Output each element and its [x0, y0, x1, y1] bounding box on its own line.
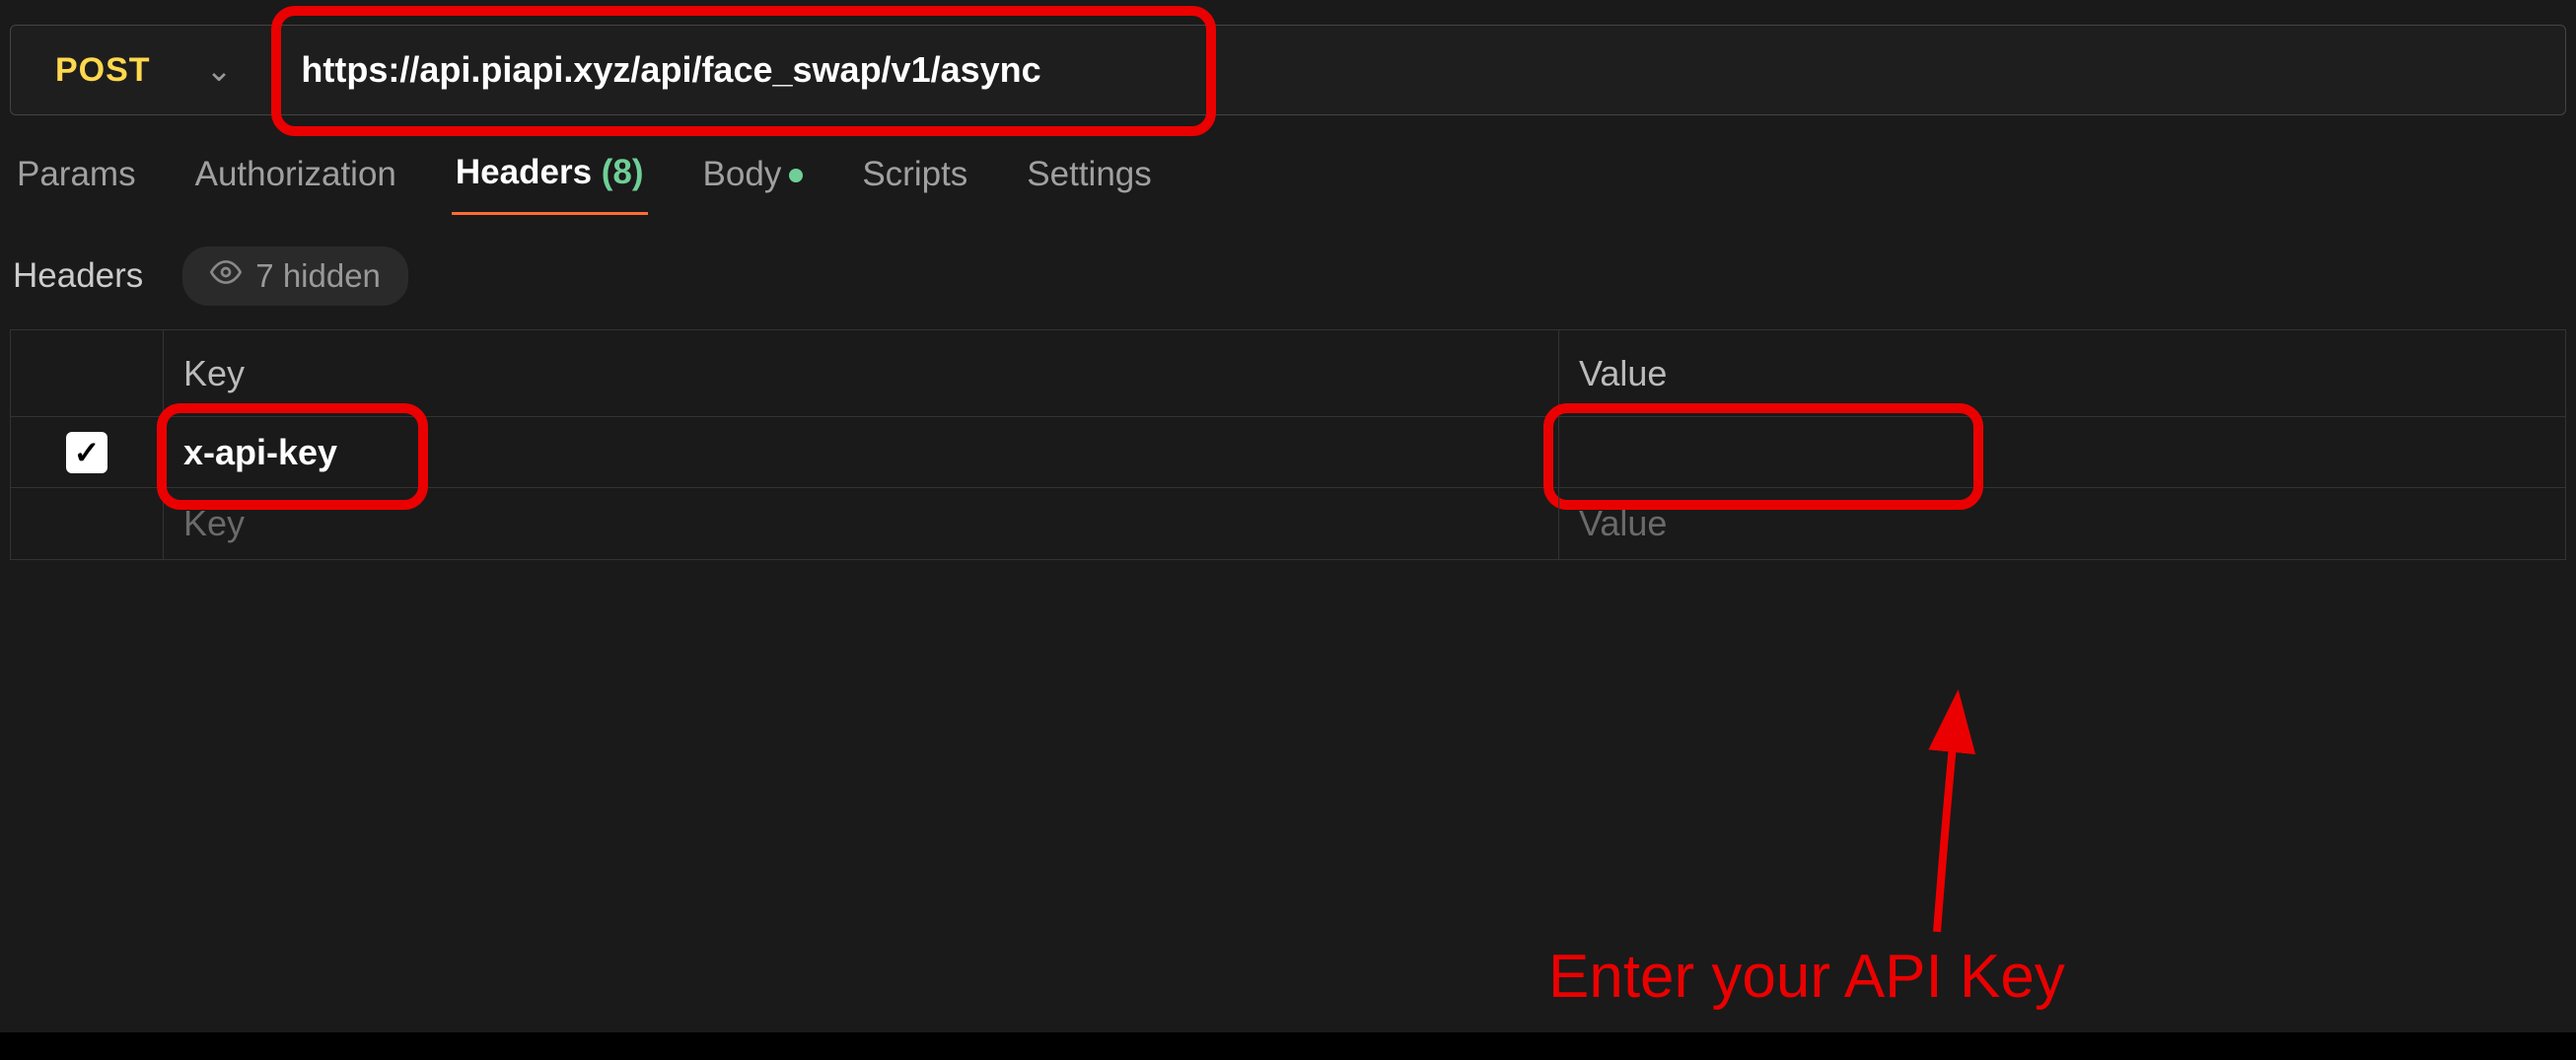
request-url-bar: POST ⌄ https://api.piapi.xyz/api/face_sw…	[10, 25, 2566, 115]
tab-headers-label: Headers	[456, 153, 592, 191]
annotation-text: Enter your API Key	[1548, 942, 2065, 1012]
tab-scripts[interactable]: Scripts	[858, 155, 971, 214]
row-key-placeholder-cell[interactable]: Key	[164, 488, 1559, 559]
tab-headers-count: (8)	[602, 153, 644, 191]
hidden-count-label: 7 hidden	[255, 257, 381, 295]
column-header-key: Key	[164, 330, 1559, 416]
tab-params[interactable]: Params	[13, 155, 140, 214]
row-checkbox[interactable]: ✓	[66, 432, 107, 473]
tab-settings[interactable]: Settings	[1023, 155, 1155, 214]
value-placeholder: Value	[1579, 503, 1667, 544]
column-header-checkbox	[11, 330, 164, 416]
headers-title: Headers	[13, 256, 143, 296]
chevron-down-icon: ⌄	[206, 51, 233, 89]
bottom-bar	[0, 1032, 2576, 1060]
row-checkbox-cell-empty	[11, 488, 164, 559]
annotation-arrow-icon	[1917, 685, 2154, 942]
eye-icon	[210, 256, 242, 296]
row-checkbox-cell: ✓	[11, 417, 164, 487]
headers-section-header: Headers 7 hidden	[13, 247, 2576, 306]
table-row-placeholder: Key Value	[11, 488, 2565, 559]
header-key-value: x-api-key	[183, 432, 337, 473]
body-modified-dot-icon	[789, 169, 803, 182]
column-header-value: Value	[1559, 330, 2565, 416]
http-method-selector[interactable]: POST ⌄	[11, 26, 271, 114]
tab-body[interactable]: Body	[699, 155, 808, 214]
tab-body-label: Body	[703, 155, 782, 193]
key-placeholder: Key	[183, 503, 245, 544]
http-method-label: POST	[55, 51, 151, 90]
request-url: https://api.piapi.xyz/api/face_swap/v1/a…	[271, 49, 1040, 91]
tab-headers[interactable]: Headers (8)	[452, 153, 648, 215]
table-header-row: Key Value	[11, 330, 2565, 417]
table-row: ✓ x-api-key	[11, 417, 2565, 488]
tab-authorization[interactable]: Authorization	[191, 155, 400, 214]
hidden-headers-toggle[interactable]: 7 hidden	[182, 247, 408, 306]
row-key-cell[interactable]: x-api-key	[164, 417, 1559, 487]
row-value-cell[interactable]	[1559, 417, 2565, 487]
row-value-placeholder-cell[interactable]: Value	[1559, 488, 2565, 559]
url-input-area[interactable]: https://api.piapi.xyz/api/face_swap/v1/a…	[271, 26, 2565, 114]
headers-table: Key Value ✓ x-api-key Key Value	[10, 329, 2566, 560]
request-tabs: Params Authorization Headers (8) Body Sc…	[13, 153, 2576, 215]
